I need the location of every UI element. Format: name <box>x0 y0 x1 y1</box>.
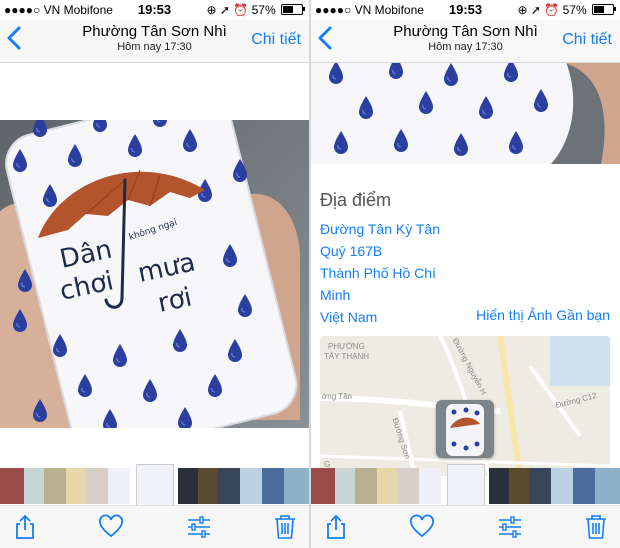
address-line[interactable]: Minh <box>320 287 350 303</box>
thumbnail[interactable] <box>86 468 108 504</box>
bottom-toolbar <box>311 505 620 548</box>
address-line[interactable]: Thành Phố Hồ Chí <box>320 265 436 281</box>
thumbnail-selected[interactable] <box>447 464 485 506</box>
main-photo[interactable]: Dân chơi mưa rơi không ngại <box>0 120 309 428</box>
navigation-bar: Phường Tân Sơn Nhì Hôm nay 17:30 Chi tiế… <box>311 20 620 63</box>
thumbnail[interactable] <box>397 468 419 504</box>
share-icon[interactable] <box>12 514 38 540</box>
heart-icon[interactable] <box>98 514 124 540</box>
thumbnail[interactable] <box>24 468 44 504</box>
thumbnail[interactable] <box>284 468 309 504</box>
address-line[interactable]: Đường Tân Kỳ Tân <box>320 221 440 237</box>
thumbnail[interactable] <box>573 468 595 504</box>
lock-rotation-icon: ⊕ <box>206 3 217 17</box>
thumbnail[interactable] <box>240 468 262 504</box>
thumbnail[interactable] <box>489 468 509 504</box>
detail-button[interactable]: Chi tiết <box>562 31 612 49</box>
thumbnail[interactable] <box>66 468 86 504</box>
alarm-icon: ⏰ <box>544 3 560 17</box>
address-line[interactable]: Việt Nam <box>320 309 377 325</box>
battery-icon <box>281 4 305 15</box>
thumbnail[interactable] <box>44 468 66 504</box>
status-bar: ●●●●○ VN Mobifone 19:53 ⊕ ➚ ⏰ 57% <box>0 0 309 20</box>
location-arrow-icon: ➚ <box>530 3 541 17</box>
thumbnail[interactable] <box>355 468 377 504</box>
map-label: TÂY THẠNH <box>324 352 370 361</box>
address-line[interactable]: Quý 167B <box>320 243 382 259</box>
thumbnail[interactable] <box>377 468 397 504</box>
thumbnail-selected[interactable] <box>136 464 174 506</box>
thumbnail[interactable] <box>178 468 198 504</box>
thumbnail-strip[interactable] <box>311 464 620 506</box>
lock-rotation-icon: ⊕ <box>517 3 528 17</box>
battery-percent: 57% <box>251 3 276 17</box>
thumbnail-strip[interactable] <box>0 464 309 506</box>
photo-preview-scrolled[interactable] <box>311 62 620 164</box>
adjust-icon[interactable] <box>186 514 212 540</box>
share-icon[interactable] <box>323 514 349 540</box>
photo-viewer-screen-left: ●●●●○ VN Mobifone 19:53 ⊕ ➚ ⏰ 57% Phường… <box>0 0 309 548</box>
trash-icon[interactable] <box>583 514 609 540</box>
thumbnail[interactable] <box>262 468 284 504</box>
map-photo-pin[interactable] <box>436 400 494 458</box>
thumbnail[interactable] <box>108 468 130 504</box>
adjust-icon[interactable] <box>497 514 523 540</box>
show-nearby-photos-link[interactable]: Hiển thị Ảnh Gần bạn <box>476 307 610 323</box>
status-right: ⊕ ➚ ⏰ 57% <box>206 3 305 17</box>
thumbnail[interactable] <box>551 468 573 504</box>
location-arrow-icon: ➚ <box>219 3 230 17</box>
thumbnail[interactable] <box>529 468 551 504</box>
thumbnail[interactable] <box>419 468 441 504</box>
trash-icon[interactable] <box>272 514 298 540</box>
detail-button[interactable]: Chi tiết <box>251 31 301 49</box>
thumbnail[interactable] <box>595 468 620 504</box>
thumbnail[interactable] <box>335 468 355 504</box>
thumbnail[interactable] <box>198 468 218 504</box>
status-bar: ●●●●○ VN Mobifone 19:53 ⊕ ➚ ⏰ 57% <box>311 0 620 20</box>
heart-icon[interactable] <box>409 514 435 540</box>
thumbnail[interactable] <box>509 468 529 504</box>
location-map[interactable]: PHƯỜNG TÂY THẠNH Đường Nguyễn H ờng Tân … <box>320 336 610 476</box>
map-label: PHƯỜNG <box>328 342 365 351</box>
location-heading: Địa điểm <box>320 190 392 210</box>
thumbnail[interactable] <box>0 468 24 504</box>
battery-icon <box>592 4 616 15</box>
map-label: ờng Tân <box>322 392 353 401</box>
photo-details-screen-right: ●●●●○ VN Mobifone 19:53 ⊕ ➚ ⏰ 57% Địa đi… <box>311 0 620 548</box>
thumbnail[interactable] <box>218 468 240 504</box>
bottom-toolbar <box>0 505 309 548</box>
battery-percent: 57% <box>562 3 587 17</box>
status-right: ⊕ ➚ ⏰ 57% <box>517 3 616 17</box>
alarm-icon: ⏰ <box>233 3 249 17</box>
thumbnail[interactable] <box>311 468 335 504</box>
navigation-bar: Phường Tân Sơn Nhì Hôm nay 17:30 Chi tiế… <box>0 20 309 63</box>
